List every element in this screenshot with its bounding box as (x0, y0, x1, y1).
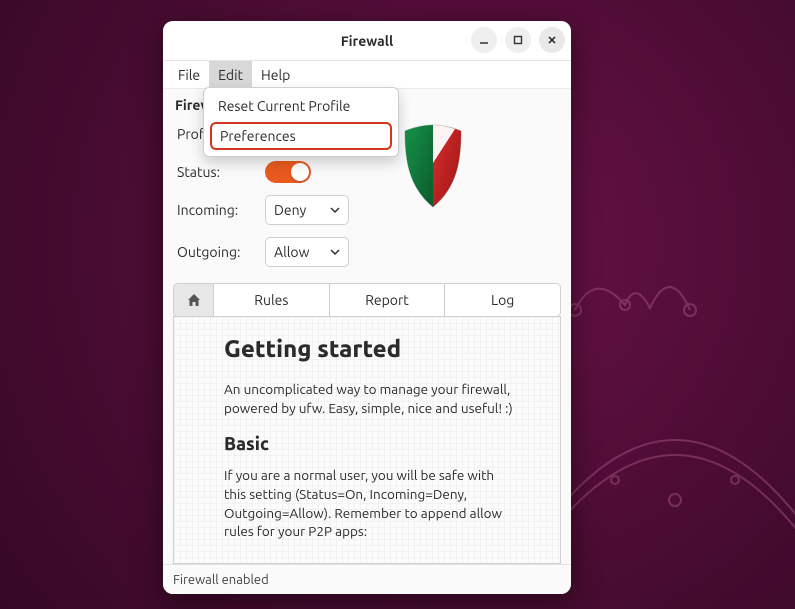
menubar: File Edit Help Reset Current Profile Pre… (163, 61, 571, 89)
tab-report[interactable]: Report (330, 284, 446, 316)
status-text: Firewall enabled (173, 573, 269, 587)
maximize-icon (512, 34, 524, 46)
content-inner: Getting started An uncomplicated way to … (224, 335, 544, 541)
menu-help[interactable]: Help (252, 61, 299, 88)
tab-log[interactable]: Log (445, 284, 560, 316)
firewall-window: Firewall File Edit Help Reset Current Pr… (163, 21, 571, 594)
content-intro: An uncomplicated way to manage your fire… (224, 380, 519, 418)
desktop-background: Firewall File Edit Help Reset Current Pr… (0, 0, 795, 609)
toggle-knob (291, 163, 309, 181)
window-title: Firewall (341, 33, 393, 49)
close-icon (546, 34, 558, 46)
menu-reset-current-profile[interactable]: Reset Current Profile (204, 92, 398, 120)
close-button[interactable] (539, 27, 565, 53)
maximize-button[interactable] (505, 27, 531, 53)
minimize-button[interactable] (471, 27, 497, 53)
minimize-icon (478, 34, 490, 46)
content-subheading: Basic (224, 434, 544, 454)
content-panel: Getting started An uncomplicated way to … (173, 316, 561, 564)
titlebar: Firewall (163, 21, 571, 61)
incoming-select[interactable]: Deny (265, 195, 349, 225)
window-body: Firewall Profile: Home Status: Incoming:… (163, 89, 571, 564)
outgoing-label: Outgoing: (177, 244, 255, 260)
menu-edit[interactable]: Edit (209, 61, 252, 88)
shield-icon (397, 121, 469, 211)
incoming-value: Deny (274, 202, 306, 218)
content-heading: Getting started (224, 335, 544, 362)
home-icon (186, 292, 202, 308)
tab-rules[interactable]: Rules (214, 284, 330, 316)
status-toggle[interactable] (265, 161, 311, 183)
content-basic-text: If you are a normal user, you will be sa… (224, 466, 519, 542)
outgoing-value: Allow (274, 244, 309, 260)
statusbar: Firewall enabled (163, 564, 571, 594)
incoming-label: Incoming: (177, 202, 255, 218)
status-label: Status: (177, 164, 255, 180)
chevron-down-icon (330, 202, 340, 218)
window-controls (471, 27, 565, 53)
edit-dropdown: Reset Current Profile Preferences (203, 87, 399, 157)
tab-home[interactable] (174, 284, 214, 316)
menu-file[interactable]: File (169, 61, 209, 88)
outgoing-select[interactable]: Allow (265, 237, 349, 267)
menu-preferences[interactable]: Preferences (210, 122, 392, 150)
chevron-down-icon (330, 244, 340, 260)
tabs: Rules Report Log (173, 283, 561, 317)
